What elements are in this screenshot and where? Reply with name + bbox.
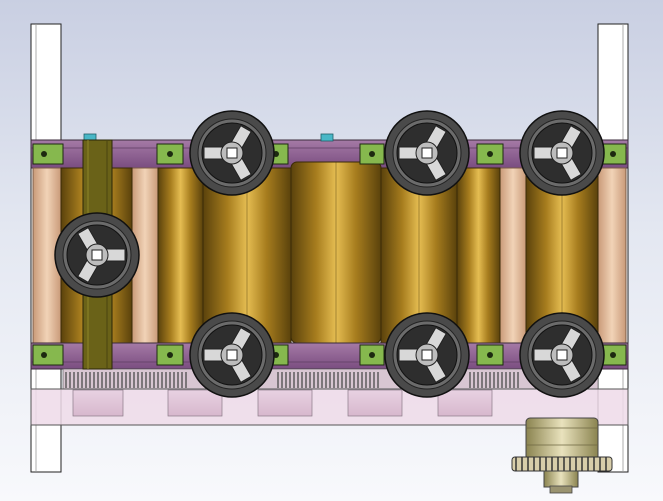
base-pocket (257, 389, 313, 417)
conveyor-roller-assembly (30, 23, 629, 494)
base-pocket (167, 389, 223, 417)
handwheel-icon (189, 110, 275, 196)
bracket (32, 143, 64, 165)
bracket (359, 143, 385, 165)
handwheel-icon (519, 110, 605, 196)
bracket (32, 344, 64, 366)
bracket (156, 344, 184, 366)
roller (157, 167, 204, 344)
handwheel-icon (54, 212, 140, 298)
motor-shaft (543, 470, 579, 488)
base-pocket (437, 389, 493, 417)
drive-motor (511, 417, 613, 494)
roller (456, 167, 501, 344)
handwheel-icon (384, 110, 470, 196)
bracket (156, 143, 184, 165)
handwheel-icon (519, 312, 605, 398)
base-pocket (347, 389, 403, 417)
tab (320, 133, 334, 142)
drive-gear (511, 456, 613, 472)
gear-rack (62, 368, 599, 390)
handwheel-icon (189, 312, 275, 398)
handwheel-icon (384, 312, 470, 398)
base-pocket (72, 389, 124, 417)
bracket (476, 143, 504, 165)
cad-viewport[interactable] (0, 0, 663, 501)
bracket (359, 344, 385, 366)
bracket (476, 344, 504, 366)
